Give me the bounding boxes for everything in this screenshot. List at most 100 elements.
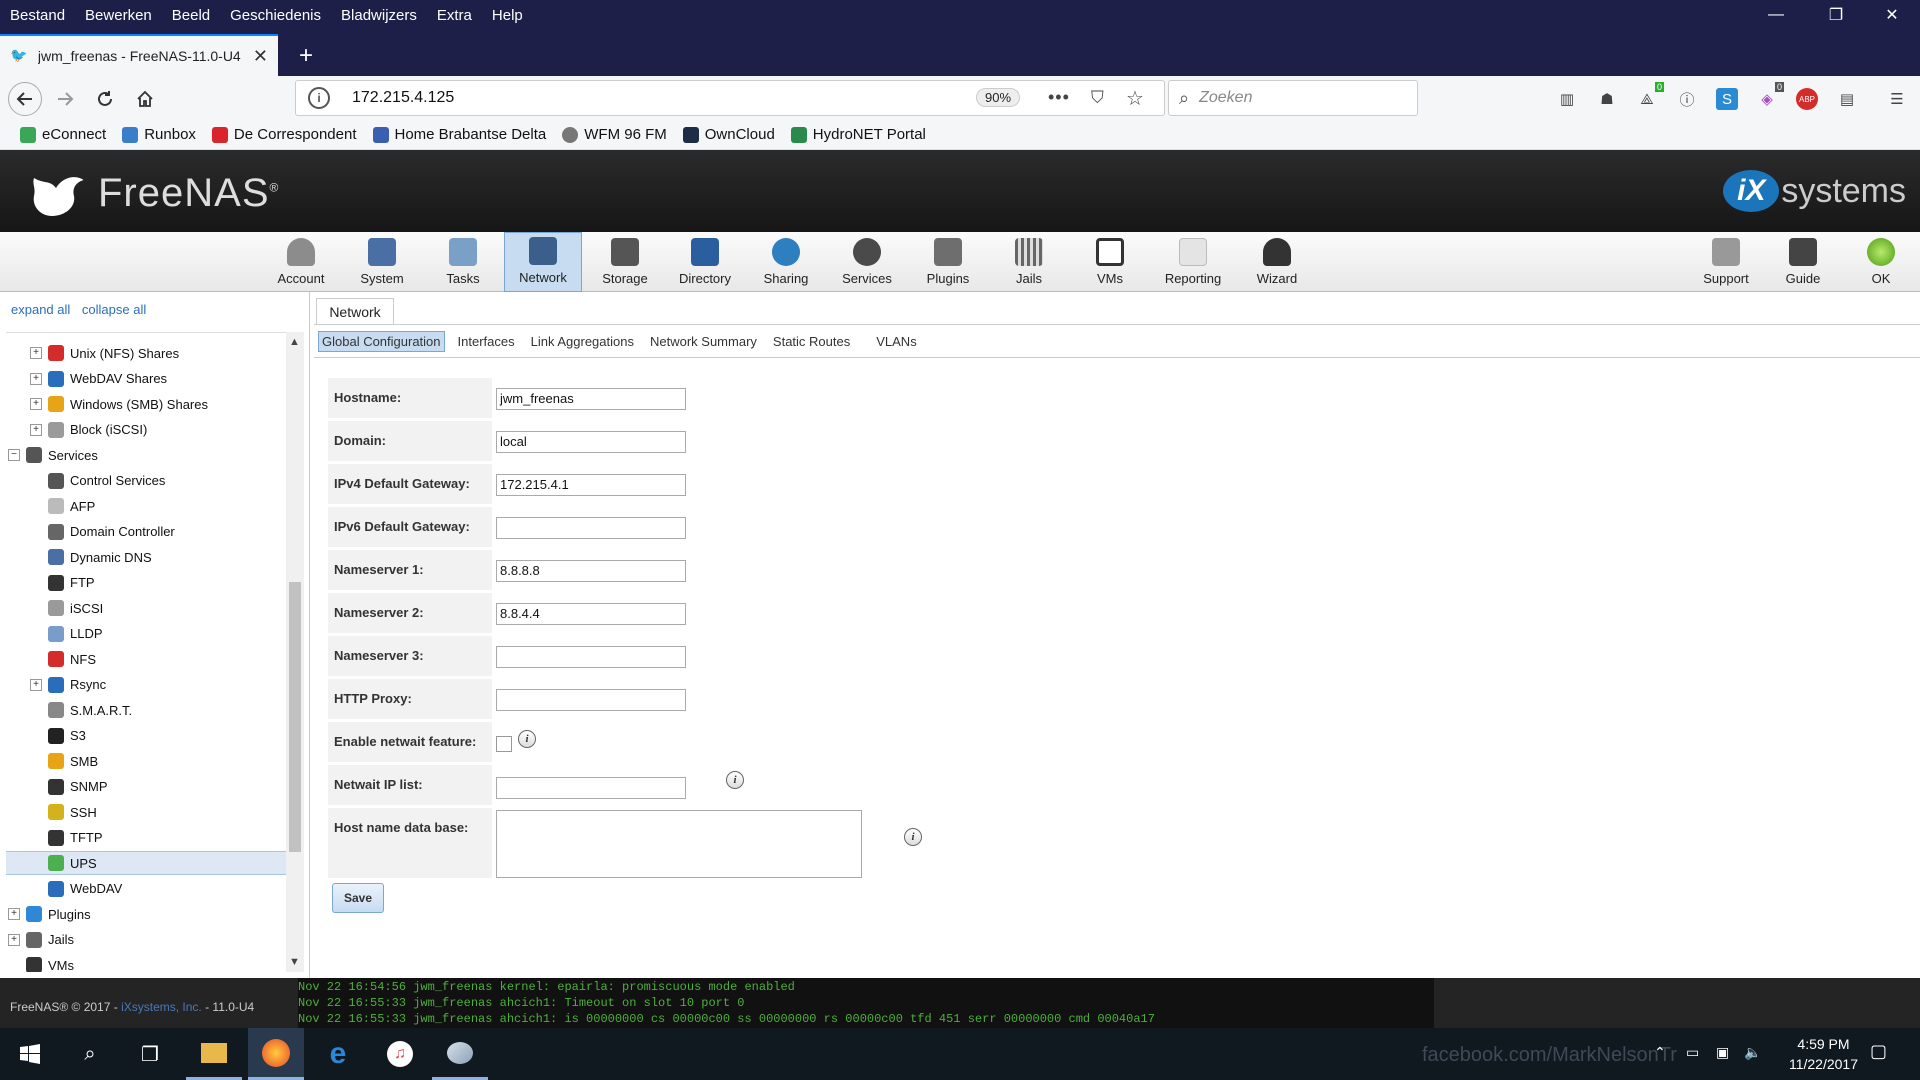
tree-item[interactable]: TFTP xyxy=(6,826,286,850)
notifications-icon[interactable]: ▢ xyxy=(1870,1041,1887,1062)
new-tab-button[interactable]: + xyxy=(288,38,324,74)
task-view-button[interactable]: ❐ xyxy=(122,1028,178,1080)
sidebar-toggle-icon[interactable]: ▤ xyxy=(1836,88,1858,110)
bookmark-hydronet[interactable]: HydroNET Portal xyxy=(790,126,926,143)
back-button[interactable] xyxy=(8,82,42,116)
toolbar-ok[interactable]: OK xyxy=(1860,232,1902,292)
toolbar-support[interactable]: Support xyxy=(1696,232,1756,292)
bookmark-runbox[interactable]: Runbox xyxy=(122,126,196,143)
tree-item[interactable]: + Windows (SMB) Shares xyxy=(6,392,286,416)
expand-icon[interactable]: + xyxy=(30,398,42,410)
tree-item[interactable]: + Unix (NFS) Shares xyxy=(6,341,286,365)
firefox-button[interactable] xyxy=(248,1028,304,1080)
pocket-icon[interactable]: ⛉ xyxy=(1091,88,1104,108)
ghostery-icon[interactable]: ☗ xyxy=(1596,88,1618,110)
menu-geschiedenis[interactable]: Geschiedenis xyxy=(220,7,331,24)
tree-item[interactable]: LLDP xyxy=(6,622,286,646)
tray-chevron-icon[interactable]: ⌃ xyxy=(1654,1044,1666,1061)
tree-item[interactable]: SMB xyxy=(6,749,286,773)
home-button[interactable] xyxy=(128,82,162,116)
minimize-button[interactable]: — xyxy=(1748,0,1804,30)
domain-input[interactable]: local xyxy=(496,431,686,453)
tree-item[interactable]: + Rsync xyxy=(6,673,286,697)
extension-green-icon[interactable]: ⟁ 0 xyxy=(1636,82,1664,110)
collapse-icon[interactable]: − xyxy=(8,449,20,461)
library-icon[interactable]: ▥ xyxy=(1556,88,1578,110)
hosts-textarea[interactable] xyxy=(496,810,862,878)
expand-icon[interactable]: + xyxy=(8,933,20,946)
subtab-static-routes[interactable]: Static Routes xyxy=(770,332,853,351)
netwait-ip-info-icon[interactable]: i xyxy=(726,771,744,789)
hosts-info-icon[interactable]: i xyxy=(904,828,922,846)
bookmark-owncloud[interactable]: OwnCloud xyxy=(682,126,775,143)
expand-icon[interactable]: + xyxy=(30,423,42,436)
menu-bestand[interactable]: Bestand xyxy=(0,7,75,24)
tree-item[interactable]: AFP xyxy=(6,494,286,518)
toolbar-wizard[interactable]: Wizard xyxy=(1248,232,1306,292)
url-text[interactable]: 172.215.4.125 xyxy=(352,89,454,107)
toolbar-tasks[interactable]: Tasks xyxy=(437,232,489,292)
tree-item[interactable]: SNMP xyxy=(6,775,286,799)
menu-beeld[interactable]: Beeld xyxy=(162,7,220,24)
tree-item[interactable]: + WebDAV Shares xyxy=(6,367,286,391)
bookmark-de-correspondent[interactable]: De Correspondent xyxy=(211,126,357,143)
netwait-checkbox[interactable] xyxy=(496,736,512,752)
menu-extra[interactable]: Extra xyxy=(427,7,482,24)
url-bar[interactable]: i 172.215.4.125 90% ••• ⛉ ☆ xyxy=(295,80,1165,116)
tree-item[interactable]: NFS xyxy=(6,647,286,671)
search-bar[interactable]: ⌕ Zoeken xyxy=(1168,80,1418,116)
expand-icon[interactable]: + xyxy=(30,347,42,359)
tree-item[interactable]: Domain Controller xyxy=(6,520,286,544)
netwait-ip-input[interactable] xyxy=(496,777,686,799)
toolbar-directory[interactable]: Directory xyxy=(672,232,738,292)
bookmark-home-brabantse-delta[interactable]: Home Brabantse Delta xyxy=(372,126,546,143)
tree-item[interactable]: SSH xyxy=(6,800,286,824)
toolbar-reporting[interactable]: Reporting xyxy=(1158,232,1228,292)
tree-item[interactable]: UPS xyxy=(6,851,286,875)
itunes-button[interactable]: ♫ xyxy=(372,1028,428,1080)
netwait-info-icon[interactable]: i xyxy=(518,730,536,748)
toolbar-vms[interactable]: VMs xyxy=(1086,232,1134,292)
page-actions-icon[interactable]: ••• xyxy=(1048,87,1070,108)
paint-button[interactable] xyxy=(432,1028,488,1080)
tree-item[interactable]: + Plugins xyxy=(6,902,286,926)
expand-icon[interactable]: + xyxy=(8,908,20,920)
adblock-plus-icon[interactable]: ABP xyxy=(1796,88,1818,110)
menu-bladwijzers[interactable]: Bladwijzers xyxy=(331,7,427,24)
bookmark-econnect[interactable]: eConnect xyxy=(20,126,106,143)
close-window-button[interactable]: ✕ xyxy=(1864,0,1920,30)
subtab-vlans[interactable]: VLANs xyxy=(873,332,919,351)
tree-scrollbar[interactable]: ▲ ▼ xyxy=(286,332,304,972)
tree-item[interactable]: + Block (iSCSI) xyxy=(6,418,286,442)
expand-all-link[interactable]: expand all xyxy=(11,302,70,317)
scroll-down-icon[interactable]: ▼ xyxy=(289,956,300,968)
volume-icon[interactable]: 🔈 xyxy=(1744,1044,1761,1061)
bookmark-star-icon[interactable]: ☆ xyxy=(1126,86,1144,111)
start-button[interactable] xyxy=(2,1028,58,1080)
extension-purple-icon[interactable]: ◈ 0 xyxy=(1756,82,1784,110)
subtab-interfaces[interactable]: Interfaces xyxy=(455,332,518,351)
file-explorer-button[interactable] xyxy=(186,1028,242,1080)
expand-icon[interactable]: + xyxy=(30,372,42,385)
toolbar-sharing[interactable]: Sharing xyxy=(755,232,817,292)
tree-item[interactable]: Dynamic DNS xyxy=(6,545,286,569)
extension-info-icon[interactable]: ⓘ xyxy=(1676,88,1698,110)
site-info-icon[interactable]: i xyxy=(308,87,330,109)
menu-help[interactable]: Help xyxy=(482,7,533,24)
collapse-all-link[interactable]: collapse all xyxy=(82,302,146,317)
tree-item[interactable]: WebDAV xyxy=(6,877,286,901)
tree-item[interactable]: + Jails xyxy=(6,928,286,952)
toolbar-jails[interactable]: Jails xyxy=(1004,232,1054,292)
hamburger-menu-icon[interactable]: ☰ xyxy=(1886,88,1908,110)
toolbar-storage[interactable]: Storage xyxy=(594,232,656,292)
toolbar-account[interactable]: Account xyxy=(272,232,330,292)
subtab-link-aggregations[interactable]: Link Aggregations xyxy=(528,332,637,351)
tab-close-icon[interactable]: ✕ xyxy=(253,46,268,67)
tree-item[interactable]: iSCSI xyxy=(6,596,286,620)
battery-icon[interactable]: ▭ xyxy=(1686,1044,1699,1061)
toolbar-system[interactable]: System xyxy=(352,232,412,292)
http-proxy-input[interactable] xyxy=(496,689,686,711)
toolbar-plugins[interactable]: Plugins xyxy=(918,232,978,292)
restore-button[interactable]: ❐ xyxy=(1808,0,1864,30)
system-clock[interactable]: 4:59 PM 11/22/2017 xyxy=(1789,1034,1858,1074)
